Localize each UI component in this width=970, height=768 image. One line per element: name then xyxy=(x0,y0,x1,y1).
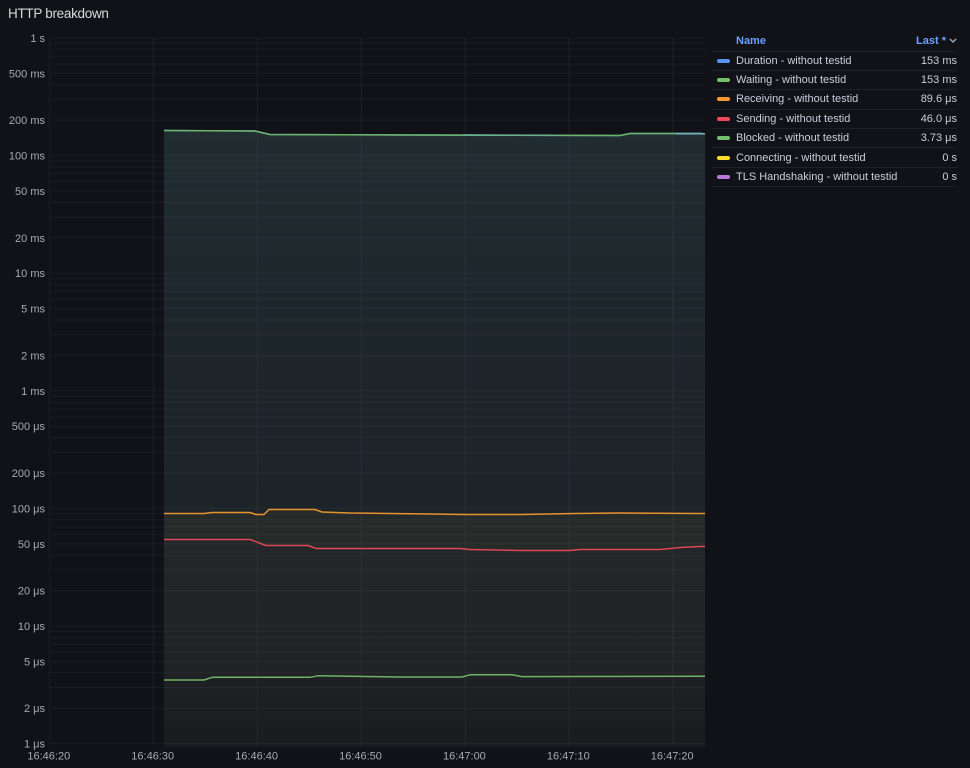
svg-text:10 μs: 10 μs xyxy=(18,621,46,633)
svg-text:20 ms: 20 ms xyxy=(15,233,45,245)
svg-text:100 μs: 100 μs xyxy=(12,503,46,515)
svg-text:16:46:40: 16:46:40 xyxy=(235,751,278,763)
svg-text:200 ms: 200 ms xyxy=(9,115,46,127)
svg-text:2 ms: 2 ms xyxy=(21,350,45,362)
svg-text:2 μs: 2 μs xyxy=(24,703,46,715)
svg-text:16:46:20: 16:46:20 xyxy=(27,751,70,763)
svg-text:16:47:00: 16:47:00 xyxy=(443,751,486,763)
svg-text:16:47:20: 16:47:20 xyxy=(651,751,694,763)
svg-text:500 μs: 500 μs xyxy=(12,421,46,433)
svg-text:5 ms: 5 ms xyxy=(21,304,45,316)
svg-text:16:46:30: 16:46:30 xyxy=(131,751,174,763)
svg-text:50 μs: 50 μs xyxy=(18,539,46,551)
svg-text:16:46:50: 16:46:50 xyxy=(339,751,382,763)
svg-text:10 ms: 10 ms xyxy=(15,268,45,280)
svg-text:1 μs: 1 μs xyxy=(24,739,46,751)
svg-text:1 s: 1 s xyxy=(30,33,45,45)
svg-text:500 ms: 500 ms xyxy=(9,68,46,80)
svg-text:20 μs: 20 μs xyxy=(18,586,46,598)
svg-text:100 ms: 100 ms xyxy=(9,151,46,163)
svg-text:50 ms: 50 ms xyxy=(15,186,45,198)
svg-text:5 μs: 5 μs xyxy=(24,656,46,668)
svg-text:1 ms: 1 ms xyxy=(21,386,45,398)
svg-text:200 μs: 200 μs xyxy=(12,468,46,480)
svg-text:16:47:10: 16:47:10 xyxy=(547,751,590,763)
